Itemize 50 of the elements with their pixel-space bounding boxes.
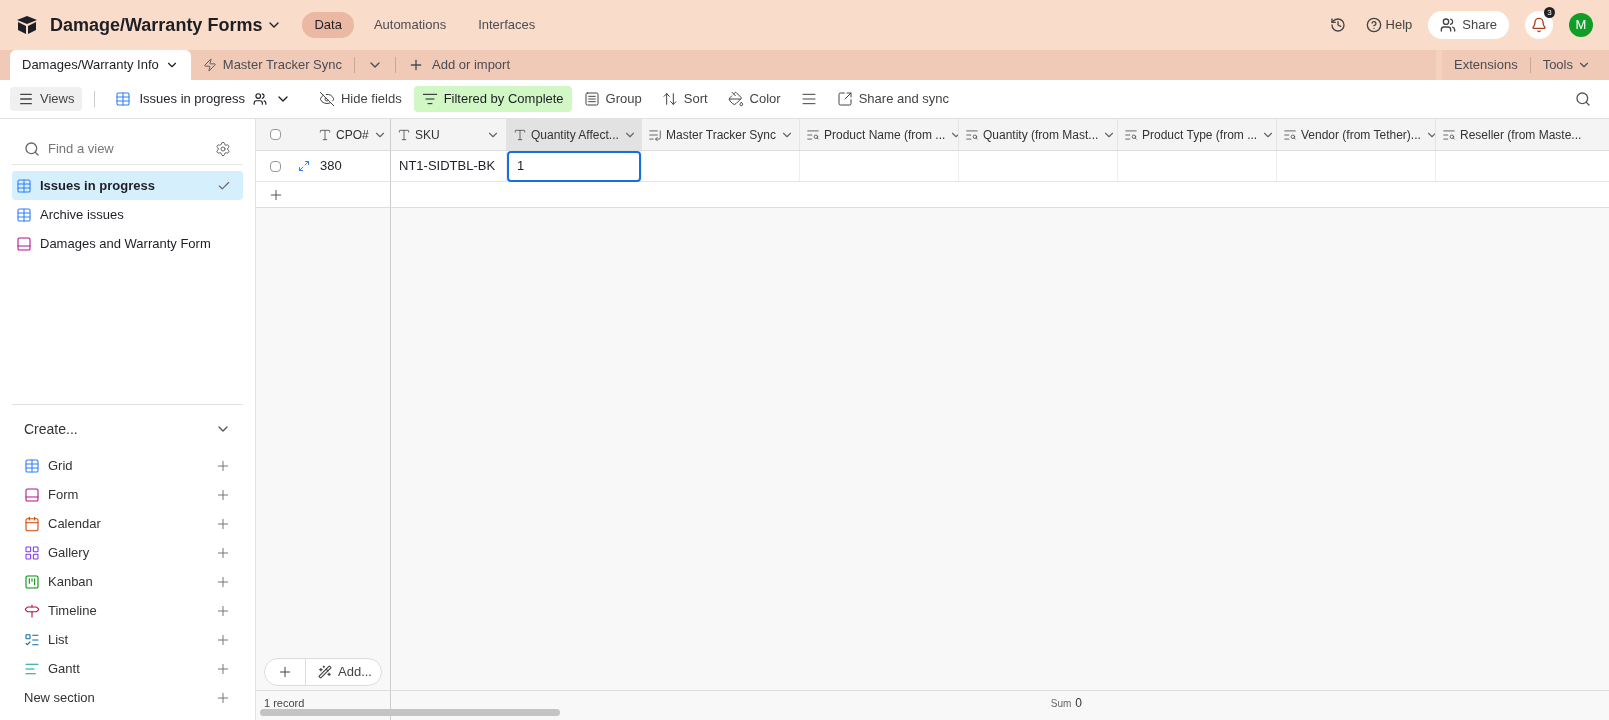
- create-item[interactable]: Gantt: [24, 654, 231, 683]
- create-item[interactable]: Timeline: [24, 596, 231, 625]
- add-button[interactable]: Add...: [306, 662, 372, 682]
- column-header[interactable]: Product Name (from ...: [800, 119, 959, 150]
- column-header[interactable]: Quantity (from Mast...: [959, 119, 1118, 150]
- column-header[interactable]: Vendor (from Tether)...: [1277, 119, 1436, 150]
- table-tab[interactable]: Master Tracker Sync: [190, 50, 354, 80]
- add-import-button[interactable]: Add or import: [396, 50, 523, 80]
- view-switcher[interactable]: Issues in progress: [107, 86, 299, 112]
- avatar[interactable]: M: [1569, 13, 1593, 37]
- create-item[interactable]: Gallery: [24, 538, 231, 567]
- create-item[interactable]: Calendar: [24, 509, 231, 538]
- table-cell[interactable]: 1: [507, 150, 641, 182]
- column-header[interactable]: Product Type (from ...: [1118, 119, 1277, 150]
- view-item[interactable]: Archive issues: [12, 200, 243, 229]
- create-item[interactable]: Grid: [24, 451, 231, 480]
- view-item[interactable]: Damages and Warranty Form: [12, 229, 243, 258]
- column-header[interactable]: Quantity Affect...: [507, 119, 642, 150]
- help-button[interactable]: Help: [1365, 15, 1413, 35]
- view-item[interactable]: Issues in progress: [12, 171, 243, 200]
- views-button[interactable]: Views: [10, 87, 83, 111]
- nav-tab[interactable]: Data: [302, 12, 354, 38]
- table-cell[interactable]: 380: [320, 156, 342, 176]
- column-header[interactable]: CPO#: [312, 119, 391, 150]
- table-tab[interactable]: Damages/Warranty Info: [10, 50, 191, 80]
- extensions-button[interactable]: Extensions: [1454, 55, 1518, 75]
- create-item[interactable]: Form: [24, 480, 231, 509]
- summary-label[interactable]: Sum: [1050, 694, 1072, 711]
- toolbar-button[interactable]: Group: [575, 86, 650, 112]
- toolbar-button[interactable]: Share and sync: [828, 86, 957, 112]
- create-heading[interactable]: Create...: [24, 418, 78, 440]
- new-section-item[interactable]: New section: [24, 683, 231, 712]
- create-item[interactable]: List: [24, 625, 231, 654]
- tools-button[interactable]: Tools: [1542, 55, 1591, 75]
- toolbar-button[interactable]: Color: [719, 86, 789, 112]
- column-header[interactable]: Master Tracker Sync: [642, 119, 800, 150]
- nav-tab[interactable]: Automations: [361, 12, 459, 38]
- share-button[interactable]: Share: [1428, 11, 1509, 39]
- base-title[interactable]: Damage/Warranty Forms: [50, 11, 263, 39]
- record-count: 1 record: [264, 696, 305, 711]
- column-header[interactable]: Reseller (from Maste...: [1436, 119, 1609, 150]
- toolbar-button[interactable]: Filtered by Complete: [413, 86, 572, 112]
- notification-count: 3: [1544, 7, 1555, 18]
- summary-value[interactable]: 0: [1075, 694, 1082, 712]
- toolbar-button[interactable]: Sort: [653, 86, 716, 112]
- table-cell[interactable]: NT1-SIDTBL-BK: [399, 156, 496, 176]
- toolbar-button[interactable]: Hide fields: [310, 86, 410, 112]
- create-item[interactable]: Kanban: [24, 567, 231, 596]
- nav-tab[interactable]: Interfaces: [466, 12, 548, 38]
- search-field[interactable]: Find a view: [48, 138, 198, 159]
